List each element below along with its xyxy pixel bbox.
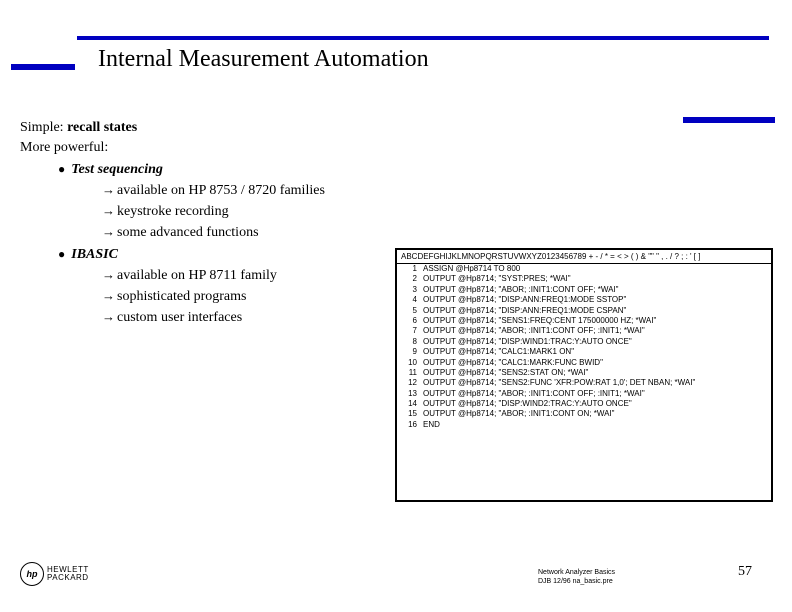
- bullet-ibasic: ● IBASIC: [58, 247, 325, 263]
- code-display: ABCDEFGHIJKLMNOPQRSTUVWXYZ0123456789 + -…: [395, 248, 773, 502]
- code-line: 3OUTPUT @Hp8714; "ABOR; :INIT1:CONT OFF;…: [397, 285, 771, 295]
- code-line: 8OUTPUT @Hp8714; "DISP:WIND1:TRAC:Y:AUTO…: [397, 337, 771, 347]
- arrow-icon: →: [102, 224, 115, 239]
- sub-sophisticated: → sophisticated programs: [102, 288, 325, 305]
- content-block: Simple: recall states More powerful: ● T…: [20, 120, 325, 326]
- hp-logo-text: HEWLETT PACKARD: [47, 566, 89, 582]
- arrow-icon: →: [102, 203, 115, 218]
- footer-info: Network Analyzer Basics DJB 12/96 na_bas…: [538, 569, 615, 586]
- code-line: 10OUTPUT @Hp8714; "CALC1:MARK:FUNC BWID": [397, 358, 771, 368]
- simple-line: Simple: recall states: [20, 120, 325, 136]
- code-line: 1ASSIGN @Hp8714 TO 800: [397, 264, 771, 274]
- more-powerful-line: More powerful:: [20, 140, 325, 156]
- sub-custom-ui: → custom user interfaces: [102, 309, 325, 326]
- code-body: 1ASSIGN @Hp8714 TO 8002OUTPUT @Hp8714; "…: [397, 264, 771, 430]
- code-line: 7OUTPUT @Hp8714; "ABOR; :INIT1:CONT OFF;…: [397, 326, 771, 336]
- bullet-test-sequencing: ● Test sequencing: [58, 162, 325, 178]
- code-header: ABCDEFGHIJKLMNOPQRSTUVWXYZ0123456789 + -…: [397, 250, 771, 264]
- code-line: 9OUTPUT @Hp8714; "CALC1:MARK1 ON": [397, 347, 771, 357]
- bullet-icon: ●: [58, 162, 65, 177]
- right-rule: [683, 117, 775, 123]
- sub-keystroke: → keystroke recording: [102, 203, 325, 220]
- code-line: 11OUTPUT @Hp8714; "SENS2:STAT ON; *WAI": [397, 368, 771, 378]
- code-line: 6OUTPUT @Hp8714; "SENS1:FREQ:CENT 175000…: [397, 316, 771, 326]
- page-number: 57: [738, 564, 752, 580]
- arrow-icon: →: [102, 288, 115, 303]
- hp-logo-circle: hp: [20, 562, 44, 586]
- code-line: 4OUTPUT @Hp8714; "DISP:ANN:FREQ1:MODE SS…: [397, 295, 771, 305]
- code-line: 15OUTPUT @Hp8714; "ABOR; :INIT1:CONT ON;…: [397, 409, 771, 419]
- bullet-icon: ●: [58, 247, 65, 262]
- code-line: 12OUTPUT @Hp8714; "SENS2:FUNC 'XFR:POW:R…: [397, 378, 771, 388]
- sub-hp8711: → available on HP 8711 family: [102, 267, 325, 284]
- code-line: 2OUTPUT @Hp8714; "SYST:PRES; *WAI": [397, 274, 771, 284]
- code-line: 13OUTPUT @Hp8714; "ABOR; :INIT1:CONT OFF…: [397, 389, 771, 399]
- arrow-icon: →: [102, 309, 115, 324]
- sub-advanced: → some advanced functions: [102, 224, 325, 241]
- arrow-icon: →: [102, 182, 115, 197]
- sub-hp8753: → available on HP 8753 / 8720 families: [102, 182, 325, 199]
- slide-title: Internal Measurement Automation: [98, 46, 429, 73]
- code-line: 5OUTPUT @Hp8714; "DISP:ANN:FREQ1:MODE CS…: [397, 306, 771, 316]
- arrow-icon: →: [102, 267, 115, 282]
- code-line: 16END: [397, 420, 771, 430]
- left-rule: [11, 64, 75, 70]
- code-line: 14OUTPUT @Hp8714; "DISP:WIND2:TRAC:Y:AUT…: [397, 399, 771, 409]
- top-rule: [77, 36, 769, 40]
- hp-logo: hp HEWLETT PACKARD: [20, 562, 89, 586]
